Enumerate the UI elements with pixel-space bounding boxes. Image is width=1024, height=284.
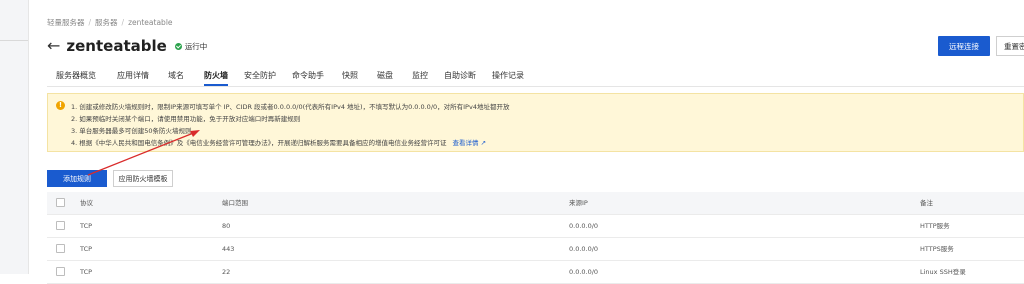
- annotation-arrow: [87, 130, 200, 176]
- annotation-arrow-head: [190, 130, 200, 137]
- annotation-arrow-line: [87, 131, 197, 176]
